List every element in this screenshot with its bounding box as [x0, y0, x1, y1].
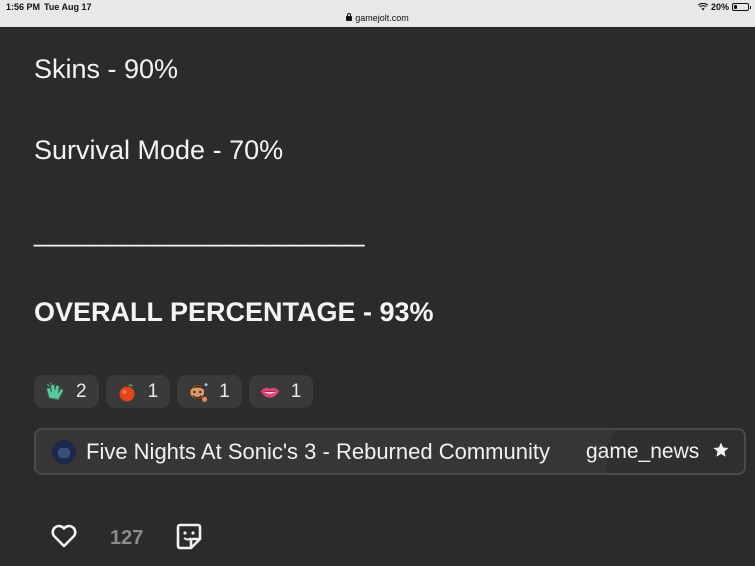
community-link[interactable]: Five Nights At Sonic's 3 - Reburned Comm… [36, 430, 607, 473]
post-line-skins: Skins - 90% [34, 54, 179, 84]
reaction-count: 1 [219, 380, 230, 402]
community-avatar [52, 439, 76, 464]
reaction-lips[interactable]: 1 [248, 375, 314, 408]
lips-icon [259, 381, 281, 403]
reaction-clap[interactable]: 2 [34, 375, 99, 408]
reaction-count: 1 [147, 380, 159, 402]
face-sticker-icon [187, 381, 209, 403]
status-time: 1:56 PM [6, 2, 41, 12]
post-actions: 127 [50, 522, 202, 555]
reaction-bar: 2 1 1 1 [34, 375, 314, 408]
url-text: gamejolt.com [355, 13, 409, 23]
reaction-apple[interactable]: 1 [105, 375, 171, 408]
status-bar: 1:56 PM Tue Aug 17 gamejolt.com 20% [0, 0, 755, 27]
reaction-count: 2 [76, 380, 87, 402]
like-count[interactable]: 127 [110, 527, 143, 550]
status-date: Tue Aug 17 [44, 2, 92, 12]
status-indicators: 20% [697, 2, 751, 12]
battery-percent: 20% [710, 2, 729, 12]
wifi-icon [697, 3, 708, 11]
post-divider: ______________________ [34, 217, 365, 247]
community-name: Five Nights At Sonic's 3 - Reburned Comm… [86, 438, 550, 464]
lock-icon [346, 13, 353, 21]
apple-icon [116, 381, 138, 403]
post-line-survival: Survival Mode - 70% [34, 135, 284, 165]
clapping-hands-icon [44, 381, 66, 403]
reaction-count: 1 [290, 380, 302, 402]
battery-icon [732, 3, 751, 11]
sticker-icon[interactable] [176, 522, 202, 555]
community-tag[interactable]: Five Nights At Sonic's 3 - Reburned Comm… [34, 428, 746, 475]
star-icon [712, 441, 730, 464]
post-line-overall: OVERALL PERCENTAGE - 93% [34, 297, 434, 327]
heart-icon[interactable] [50, 523, 78, 554]
address-bar[interactable]: gamejolt.com [0, 13, 755, 23]
channel-name: game_news [586, 439, 700, 463]
channel-link[interactable]: game_news [586, 430, 699, 473]
reaction-face[interactable]: 1 [177, 375, 242, 408]
